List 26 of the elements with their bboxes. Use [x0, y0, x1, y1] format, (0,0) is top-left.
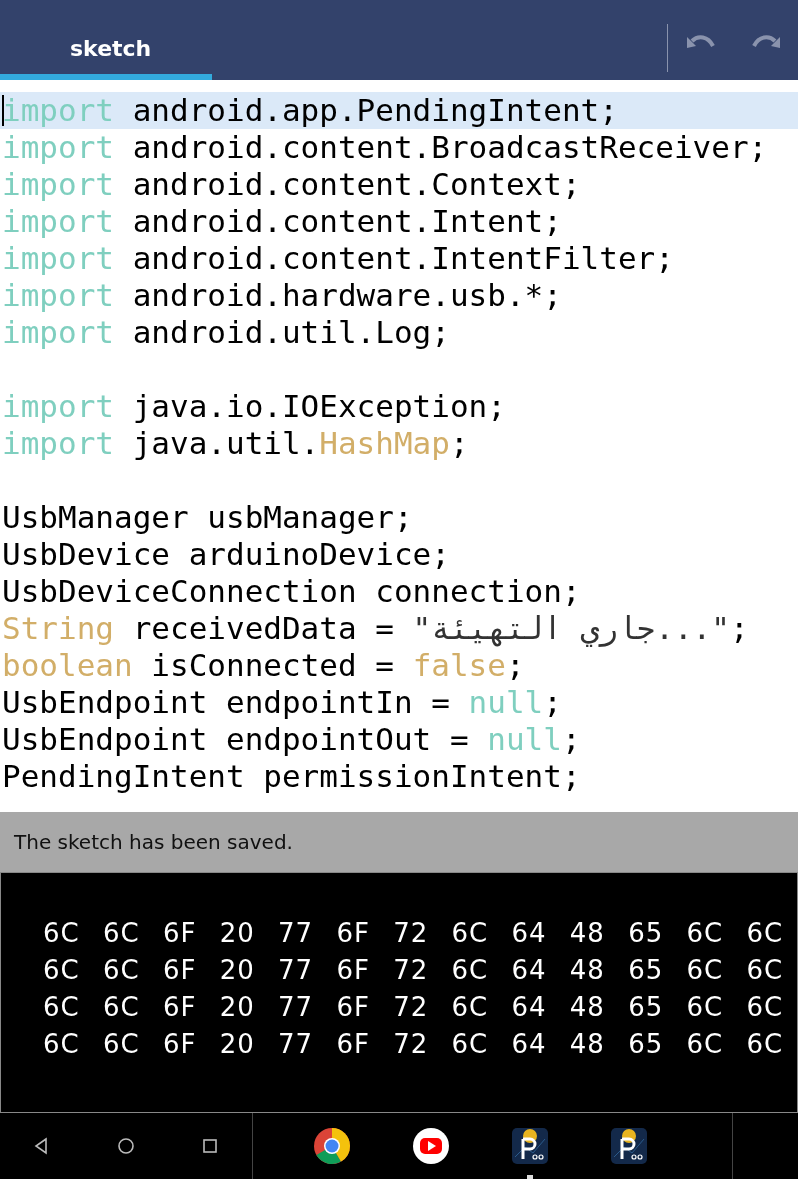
code-line: UsbEndpoint endpointIn = null;: [1, 684, 563, 721]
code-line: PendingIntent permissionIntent;: [1, 758, 582, 795]
app-icon: [313, 1127, 351, 1165]
home-icon: [116, 1136, 136, 1156]
code-line: import android.util.Log;: [1, 314, 451, 351]
console-line: 6C 6C 6F 20 77 6F 72 6C 64 48 65 6C 6C: [43, 917, 785, 950]
code-line: import android.content.BroadcastReceiver;: [1, 129, 769, 166]
code-line: import android.content.Context;: [1, 166, 582, 203]
code-line: import android.content.Intent;: [1, 203, 563, 240]
code-line: UsbDeviceConnection connection;: [1, 573, 582, 610]
recents-icon: [200, 1136, 220, 1156]
code-line: import android.hardware.usb.*;: [1, 277, 563, 314]
app-icon: [610, 1127, 648, 1165]
code-line: import java.io.IOException;: [1, 388, 507, 425]
code-line: UsbManager usbManager;: [1, 499, 414, 536]
code-line: UsbEndpoint endpointOut = null;: [1, 721, 582, 758]
code-line: import java.util.HashMap;: [1, 425, 470, 462]
code-line: UsbDevice arduinoDevice;: [1, 536, 451, 573]
status-message: The sketch has been saved.: [0, 812, 798, 872]
app-icon: [412, 1127, 450, 1165]
console-line: 6C 6C 6F 20 77 6F 72 6C 64 48 65 6C 6C: [43, 1028, 785, 1061]
code-line: import android.content.IntentFilter;: [1, 240, 675, 277]
console-line: 6C 6C 6F 20 77 6F 72 6C 64 48 65 6C 6C: [43, 991, 785, 1024]
console-line: 6C 6C 6F 20 77 6F 72 6C 64 48 65 6C 6C: [43, 954, 785, 987]
code-line: boolean isConnected = false;: [1, 647, 526, 684]
app-icon: [511, 1127, 549, 1165]
